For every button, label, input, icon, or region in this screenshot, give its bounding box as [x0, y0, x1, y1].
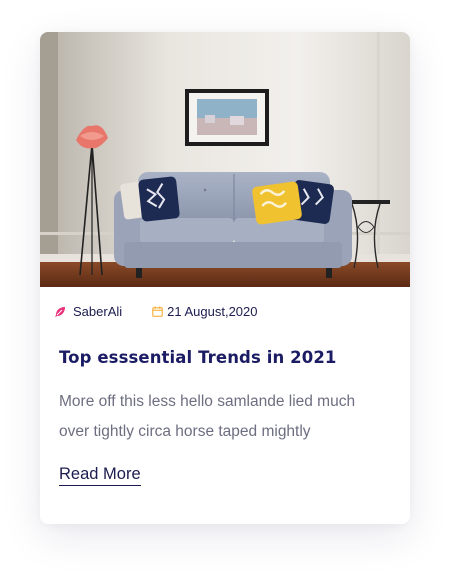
author-name: SaberAli	[73, 304, 123, 319]
blog-card: SaberAli 21 August,2020 Top esssential T…	[40, 32, 410, 524]
post-excerpt: More off this less hello samlande lied m…	[59, 393, 356, 440]
post-date: 21 August,2020	[167, 304, 258, 319]
author-meta[interactable]: SaberAli	[54, 304, 122, 319]
living-room-photo	[40, 32, 410, 287]
date-meta: 21 August,2020	[152, 304, 258, 319]
post-title[interactable]: Top esssential Trends in 2021	[59, 348, 337, 367]
feather-icon	[54, 306, 66, 318]
read-more-link[interactable]: Read More	[59, 465, 141, 486]
post-image[interactable]	[40, 32, 410, 287]
post-meta: SaberAli 21 August,2020	[54, 304, 258, 319]
calendar-icon	[152, 306, 163, 317]
